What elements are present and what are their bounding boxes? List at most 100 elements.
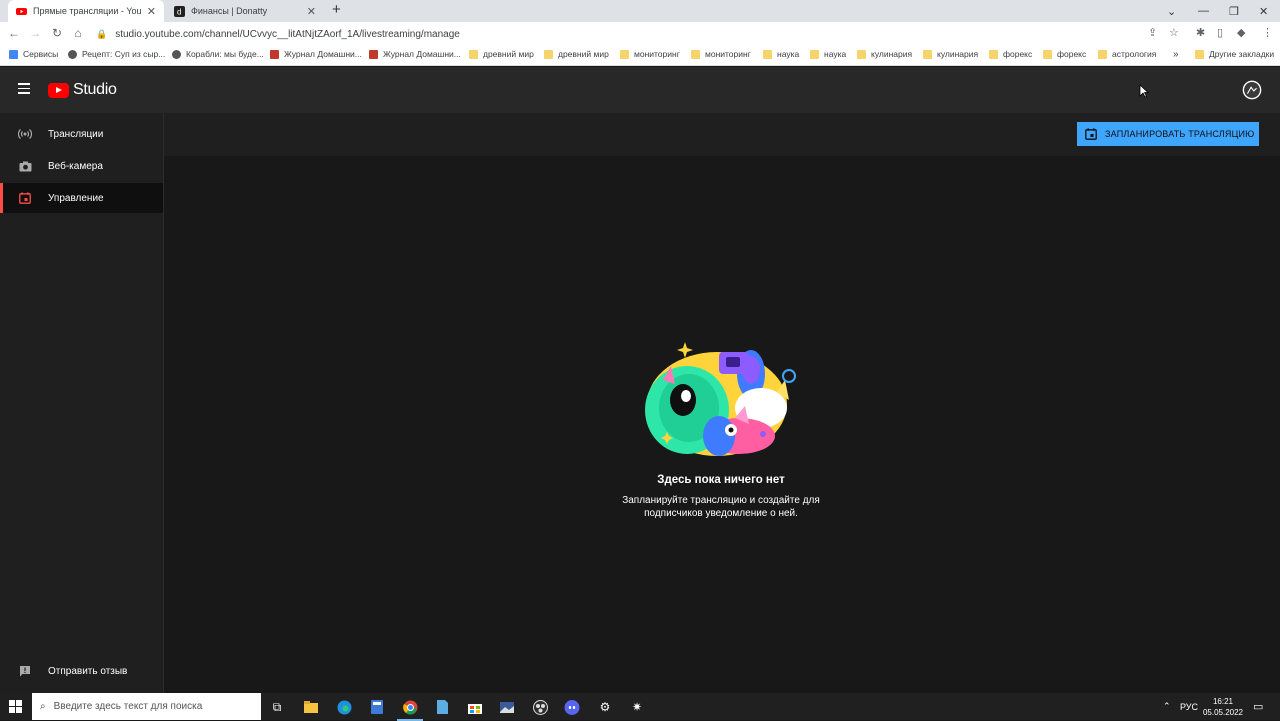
- back-icon[interactable]: ←: [6, 26, 22, 40]
- apps-icon: [9, 49, 18, 59]
- microsoft-store-icon[interactable]: [466, 698, 484, 716]
- bookmark-folder[interactable]: мониторинг: [691, 49, 751, 59]
- calculator-icon[interactable]: [368, 698, 386, 716]
- menu-icon[interactable]: [18, 83, 30, 95]
- site-icon: [369, 49, 378, 59]
- folder-icon: [763, 49, 772, 59]
- url-field[interactable]: 🔒 studio.youtube.com/channel/UCvvyc__lit…: [96, 25, 1166, 43]
- sidebar-item-label: Управление: [48, 192, 104, 204]
- restore-icon[interactable]: ❐: [1229, 0, 1239, 22]
- file-explorer-icon[interactable]: [302, 698, 320, 716]
- studio-logo[interactable]: Studio: [48, 81, 117, 99]
- sidebar-item-label: Трансляции: [48, 128, 104, 140]
- send-feedback-button[interactable]: Отправить отзыв: [18, 664, 127, 678]
- windows-taskbar: ⌕ Введите здесь текст для поиска ⧉ ⚙ ✷ ⌃…: [0, 693, 1280, 721]
- tab-search-icon[interactable]: ⌄: [1167, 0, 1176, 22]
- studio-logo-text: Studio: [73, 81, 117, 98]
- site-icon: [172, 49, 181, 59]
- side-panel-icon[interactable]: ▯: [1217, 26, 1223, 39]
- bookmarks-bar: Сервисы Рецепт: Суп из сыр... Корабли: м…: [0, 46, 1280, 66]
- bookmark-item[interactable]: Сервисы: [9, 49, 58, 59]
- youtube-favicon-icon: [16, 7, 27, 15]
- tab-title: Прямые трансляции - YouTube Studio: [33, 6, 141, 16]
- home-icon[interactable]: ⌂: [70, 26, 86, 40]
- empty-state-illustration: [645, 342, 796, 456]
- forward-icon[interactable]: →: [27, 26, 43, 40]
- sidebar-item-webcam[interactable]: Веб-камера: [0, 151, 163, 181]
- folder-icon: [989, 49, 998, 59]
- feedback-label: Отправить отзыв: [48, 665, 128, 677]
- sidebar-item-manage[interactable]: Управление: [0, 183, 163, 213]
- folder-icon: [923, 49, 932, 59]
- bookmark-item[interactable]: Журнал Домашни...: [270, 49, 362, 59]
- photos-app-icon[interactable]: [498, 698, 516, 716]
- bookmark-folder[interactable]: астрология: [1098, 49, 1156, 59]
- share-icon[interactable]: ⇪: [1148, 26, 1157, 39]
- svg-text:d: d: [177, 7, 181, 16]
- system-clock[interactable]: 16:21 05.05.2022: [1199, 696, 1247, 718]
- show-hidden-icons[interactable]: ⌃: [1163, 693, 1171, 720]
- schedule-stream-label: ЗАПЛАНИРОВАТЬ ТРАНСЛЯЦИЮ: [1105, 129, 1255, 139]
- folder-icon: [1195, 49, 1204, 59]
- folder-icon: [1043, 49, 1052, 59]
- chrome-menu-icon[interactable]: ⋮: [1262, 26, 1273, 39]
- close-tab-icon[interactable]: ✕: [147, 5, 156, 18]
- clock-date: 05.05.2022: [1202, 708, 1244, 717]
- discord-icon[interactable]: [563, 698, 581, 716]
- bookmark-item[interactable]: Корабли: мы буде...: [172, 49, 264, 59]
- notepad-icon[interactable]: [433, 698, 451, 716]
- feedback-icon: [18, 664, 32, 678]
- folder-icon: [544, 49, 553, 59]
- edge-browser-icon[interactable]: [335, 698, 353, 716]
- broadcast-icon: [18, 127, 32, 141]
- folder-icon: [1098, 49, 1107, 59]
- reload-icon[interactable]: ↻: [49, 26, 65, 40]
- tab-title: Финансы | Donatty: [191, 6, 268, 16]
- bookmark-item[interactable]: Журнал Домашни...: [369, 49, 461, 59]
- extension-app-icon[interactable]: ◆: [1237, 26, 1245, 39]
- bookmark-item[interactable]: Рецепт: Суп из сыр...: [68, 49, 165, 59]
- sidebar: Трансляции Веб-камера Управление: [0, 113, 164, 693]
- bookmark-folder[interactable]: древний мир: [544, 49, 609, 59]
- new-tab-icon[interactable]: +: [332, 1, 341, 18]
- close-tab-icon[interactable]: ✕: [307, 5, 316, 18]
- close-window-icon[interactable]: ✕: [1259, 0, 1268, 22]
- folder-icon: [620, 49, 629, 59]
- settings-icon[interactable]: ✷: [628, 698, 646, 716]
- task-view-icon[interactable]: ⧉: [268, 698, 286, 716]
- folder-icon: [469, 49, 478, 59]
- bookmark-star-icon[interactable]: ☆: [1169, 26, 1179, 39]
- tab-donatty[interactable]: d Финансы | Donatty ✕: [166, 0, 324, 22]
- app-settings-tool-icon[interactable]: ⚙: [596, 698, 614, 716]
- calendar-icon: [1085, 128, 1097, 140]
- notifications-icon[interactable]: ▭: [1253, 693, 1263, 720]
- bookmark-folder[interactable]: кулинария: [857, 49, 912, 59]
- bookmark-folder[interactable]: древний мир: [469, 49, 534, 59]
- bookmark-folder[interactable]: мониторинг: [620, 49, 680, 59]
- account-avatar[interactable]: [1242, 80, 1262, 100]
- windows-start-icon[interactable]: [9, 700, 22, 713]
- other-bookmarks-folder[interactable]: Другие закладки: [1195, 49, 1274, 59]
- bookmarks-overflow-button[interactable]: »: [1173, 49, 1179, 60]
- language-indicator[interactable]: РУС: [1180, 693, 1198, 720]
- bookmark-folder[interactable]: наука: [763, 49, 799, 59]
- search-icon: ⌕: [40, 701, 46, 712]
- sidebar-item-broadcasts[interactable]: Трансляции: [0, 119, 163, 149]
- bookmark-folder[interactable]: форекс: [989, 49, 1032, 59]
- clock-time: 16:21: [1212, 697, 1234, 706]
- chrome-browser-icon[interactable]: [397, 698, 423, 721]
- tab-youtube-studio[interactable]: Прямые трансляции - YouTube Studio ✕: [8, 0, 164, 22]
- minimize-icon[interactable]: —: [1198, 0, 1209, 22]
- schedule-stream-button[interactable]: ЗАПЛАНИРОВАТЬ ТРАНСЛЯЦИЮ: [1077, 122, 1259, 146]
- bookmark-folder[interactable]: наука: [810, 49, 846, 59]
- site-icon: [270, 49, 279, 59]
- sidebar-item-label: Веб-камера: [48, 160, 103, 172]
- taskbar-search-field[interactable]: ⌕ Введите здесь текст для поиска: [32, 693, 261, 720]
- obs-studio-icon[interactable]: [531, 698, 549, 716]
- mouse-cursor-icon: [1139, 84, 1149, 98]
- extensions-icon[interactable]: ✱: [1196, 26, 1205, 39]
- empty-state-title: Здесь пока ничего нет: [657, 474, 785, 486]
- folder-icon: [810, 49, 819, 59]
- bookmark-folder[interactable]: кулинария: [923, 49, 978, 59]
- bookmark-folder[interactable]: форекс: [1043, 49, 1086, 59]
